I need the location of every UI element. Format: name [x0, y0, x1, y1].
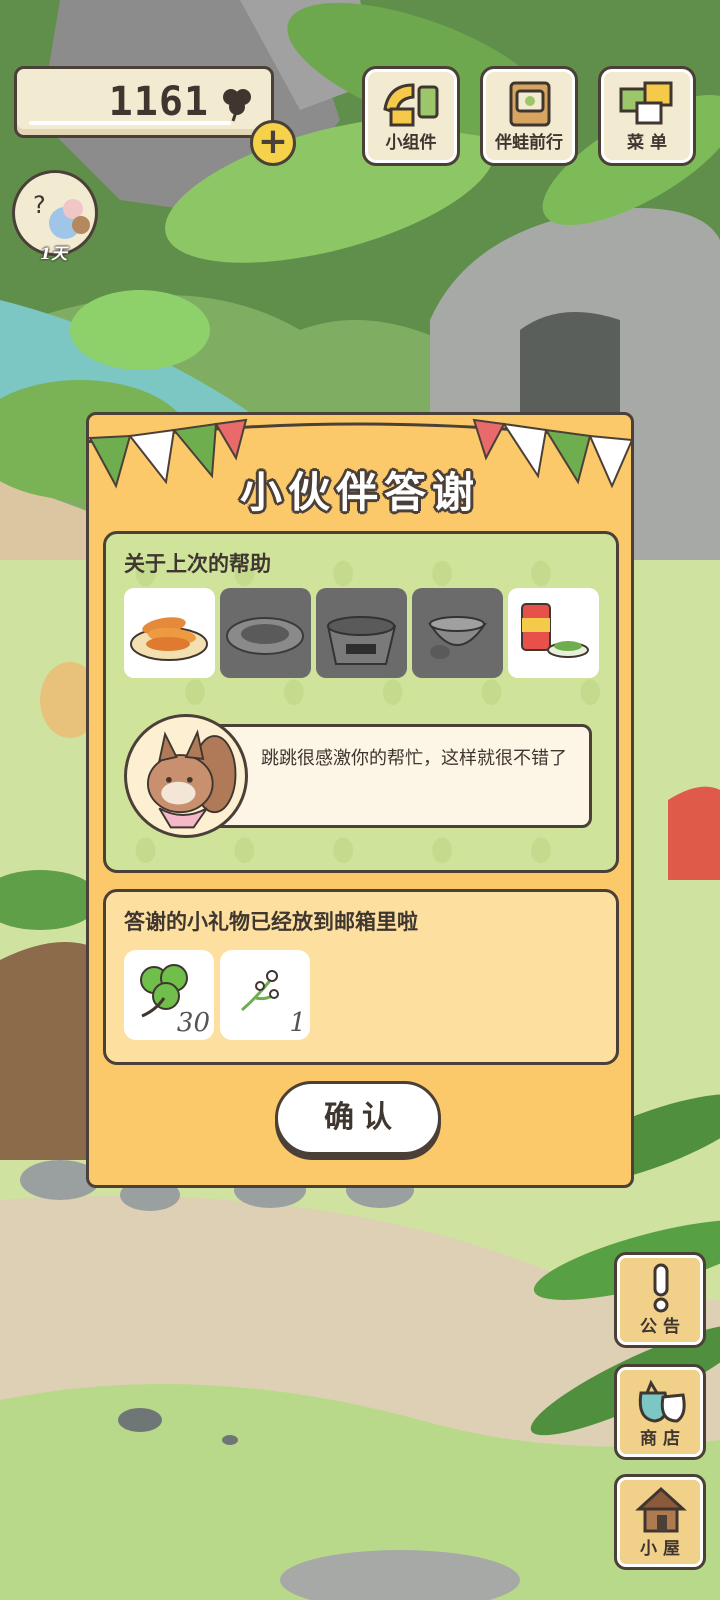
food-slot[interactable]	[316, 588, 407, 678]
food-slot[interactable]	[124, 588, 215, 678]
dialog-title: 小伙伴答谢	[239, 468, 480, 517]
gift-slot[interactable]: 1	[220, 950, 310, 1040]
food-slot[interactable]	[220, 588, 311, 678]
menu-button[interactable]: 菜 单	[598, 66, 696, 166]
confirm-button[interactable]: 确认	[275, 1081, 441, 1155]
fried-shrimp-plate-icon	[130, 617, 208, 661]
svg-text:?: ?	[33, 191, 46, 219]
widget-icon	[383, 83, 439, 127]
menu-cards-icon	[619, 81, 673, 125]
shop-button[interactable]: 商 店	[614, 1364, 706, 1460]
clover-icon	[223, 89, 251, 122]
gift-list: 30 1	[124, 950, 310, 1040]
gift-slot[interactable]: 30	[124, 950, 214, 1040]
help-panel: 关于上次的帮助 跳跳很感激你的帮忙，这样就很不错了	[103, 531, 619, 873]
notice-label: 公 告	[640, 1317, 680, 1337]
clover-count: 1161	[108, 79, 209, 125]
squirrel-icon	[146, 729, 237, 829]
message-bubble: 跳跳很感激你的帮忙，这样就很不错了	[194, 724, 592, 828]
widget-button[interactable]: 小组件	[362, 66, 460, 166]
thanks-dialog: 小伙伴答谢 关于上次的帮助 跳跳很感激你的帮忙，这样就很不错了 答谢的小礼物已经…	[86, 412, 634, 1188]
help-section-title: 关于上次的帮助	[124, 552, 271, 576]
clover-counter: 1161	[14, 66, 274, 138]
travel-button[interactable]: 伴蛙前行	[480, 66, 578, 166]
stir-fry-plate-icon	[226, 617, 304, 655]
exclamation-icon	[653, 1263, 669, 1313]
noodle-bowl-icon	[326, 616, 397, 665]
house-label: 小 屋	[640, 1539, 680, 1559]
house-button[interactable]: 小 屋	[614, 1474, 706, 1570]
food-slot[interactable]	[508, 588, 599, 678]
widget-label: 小组件	[385, 133, 437, 153]
squirrel-portrait	[124, 714, 248, 838]
shop-bag-icon	[638, 1379, 686, 1423]
food-slot[interactable]	[412, 588, 503, 678]
gift-quantity: 1	[289, 1008, 306, 1038]
shop-label: 商 店	[640, 1429, 680, 1449]
canned-food-icon	[521, 603, 589, 658]
flower-sprig-icon	[241, 970, 279, 1012]
notice-button[interactable]: 公 告	[614, 1252, 706, 1348]
house-icon	[635, 1486, 687, 1533]
gift-section-title: 答谢的小礼物已经放到邮箱里啦	[124, 910, 418, 934]
gift-panel: 答谢的小礼物已经放到邮箱里啦 30 1	[103, 889, 619, 1065]
clover-bar	[29, 121, 231, 125]
soup-bowl-icon	[428, 616, 487, 659]
travel-book-icon	[509, 81, 551, 127]
travel-label: 伴蛙前行	[495, 133, 563, 153]
food-list	[124, 588, 599, 678]
menu-label: 菜 单	[627, 133, 667, 153]
gift-quantity: 30	[176, 1008, 210, 1038]
add-clover-button[interactable]: +	[250, 120, 296, 166]
days-away-label: 1天	[40, 244, 68, 263]
friend-message: 跳跳很感激你的帮忙，这样就很不错了	[261, 748, 567, 769]
